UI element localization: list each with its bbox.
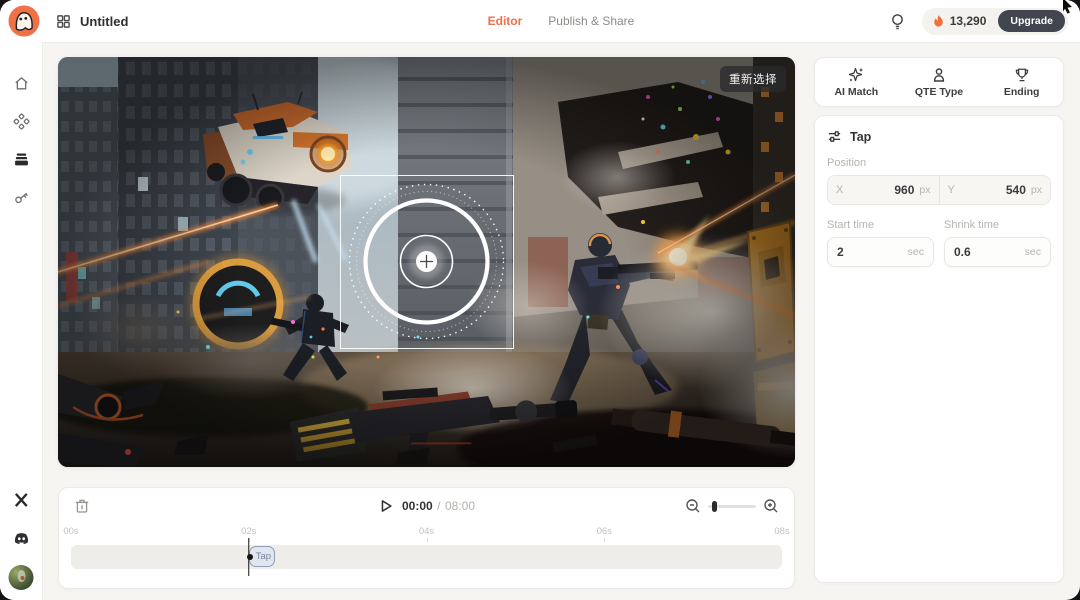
tab-ai-match[interactable]: AI Match bbox=[815, 58, 898, 106]
tab-editor[interactable]: Editor bbox=[488, 14, 523, 28]
sidebar-item-games[interactable] bbox=[8, 108, 34, 134]
key-icon bbox=[13, 189, 30, 206]
person-icon bbox=[931, 67, 947, 83]
shrink-time-value: 0.6 bbox=[954, 245, 971, 259]
sidebar-item-x[interactable] bbox=[8, 486, 34, 512]
credits-pill[interactable]: 13,290 Upgrade bbox=[922, 8, 1068, 35]
gamepad-icon bbox=[13, 113, 30, 130]
logo-slot bbox=[0, 0, 43, 43]
tick-mark bbox=[604, 538, 605, 542]
start-time-value: 2 bbox=[837, 245, 844, 259]
tick-label: 04s bbox=[419, 526, 434, 537]
top-bar: Untitled Editor Publish & Share 13,290 U… bbox=[42, 0, 1080, 43]
timeline-track[interactable] bbox=[71, 545, 782, 569]
start-time-label: Start time bbox=[827, 219, 934, 231]
position-y-field[interactable]: Y 540 px bbox=[939, 176, 1051, 204]
qte-editor-panel: Tap Position X 960 px Y 540 px Start tim… bbox=[814, 115, 1064, 583]
ghost-logo[interactable] bbox=[7, 4, 41, 38]
qte-mode-tabs: AI Match QTE Type Ending bbox=[814, 57, 1064, 107]
user-avatar[interactable] bbox=[9, 565, 34, 590]
main-nav: Editor Publish & Share bbox=[488, 0, 635, 42]
start-time-unit: sec bbox=[908, 246, 924, 258]
tick-label: 02s bbox=[241, 526, 256, 537]
app-window: Untitled Editor Publish & Share 13,290 U… bbox=[0, 0, 1080, 600]
library-icon bbox=[13, 151, 30, 168]
sidebar-item-home[interactable] bbox=[8, 70, 34, 96]
x-twitter-icon bbox=[14, 492, 29, 507]
grid-icon[interactable] bbox=[56, 14, 71, 29]
position-fields: X 960 px Y 540 px bbox=[827, 175, 1051, 205]
mouse-cursor bbox=[1060, 0, 1076, 16]
tab-ending[interactable]: Ending bbox=[980, 58, 1063, 106]
tap-clip[interactable]: Tap bbox=[249, 546, 275, 567]
tab-qte-type-label: QTE Type bbox=[915, 86, 963, 98]
tick-label: 06s bbox=[597, 526, 612, 537]
tab-publish-share[interactable]: Publish & Share bbox=[548, 14, 634, 28]
position-x-unit: px bbox=[919, 184, 930, 196]
tap-clip-label: Tap bbox=[256, 551, 271, 562]
sliders-icon bbox=[827, 129, 842, 144]
video-canvas[interactable]: 重新选择 bbox=[58, 57, 795, 467]
timeline-panel: 00:00 / 08:00 00s 02s bbox=[58, 487, 795, 589]
position-x-label: X bbox=[836, 184, 843, 196]
position-y-label: Y bbox=[948, 184, 955, 196]
sidebar-item-library[interactable] bbox=[8, 146, 34, 172]
credits-amount: 13,290 bbox=[950, 14, 987, 28]
tick-label: 08s bbox=[774, 526, 789, 537]
discord-icon bbox=[13, 532, 30, 547]
tab-ending-label: Ending bbox=[1004, 86, 1040, 98]
tick-mark bbox=[427, 538, 428, 542]
tab-ai-match-label: AI Match bbox=[834, 86, 878, 98]
trophy-icon bbox=[1014, 67, 1030, 83]
qte-type-title: Tap bbox=[850, 130, 871, 144]
sidebar-item-discord[interactable] bbox=[8, 526, 34, 552]
qte-target-rings bbox=[341, 176, 512, 347]
timeline-body: 00s 02s 04s 06s 08s Tap bbox=[71, 488, 782, 588]
position-label: Position bbox=[827, 157, 1051, 169]
shrink-time-label: Shrink time bbox=[944, 219, 1051, 231]
position-x-field[interactable]: X 960 px bbox=[828, 176, 939, 204]
position-y-value: 540 bbox=[1006, 183, 1026, 197]
position-y-unit: px bbox=[1031, 184, 1042, 196]
reselect-button[interactable]: 重新选择 bbox=[720, 66, 786, 92]
shrink-time-unit: sec bbox=[1025, 246, 1041, 258]
playhead[interactable] bbox=[248, 538, 250, 576]
ai-sparkle-icon bbox=[848, 67, 864, 83]
lightbulb-icon[interactable] bbox=[889, 13, 906, 30]
tab-qte-type[interactable]: QTE Type bbox=[898, 58, 981, 106]
sidebar-item-keys[interactable] bbox=[8, 184, 34, 210]
tick-label: 00s bbox=[63, 526, 78, 537]
position-x-value: 960 bbox=[894, 183, 914, 197]
upgrade-button[interactable]: Upgrade bbox=[998, 10, 1065, 32]
sidebar bbox=[0, 42, 43, 600]
flame-icon bbox=[932, 14, 945, 28]
shrink-time-field[interactable]: 0.6 sec bbox=[944, 237, 1051, 267]
page-title: Untitled bbox=[80, 14, 128, 29]
home-icon bbox=[13, 75, 30, 92]
start-time-field[interactable]: 2 sec bbox=[827, 237, 934, 267]
qte-target-overlay[interactable] bbox=[340, 175, 514, 349]
